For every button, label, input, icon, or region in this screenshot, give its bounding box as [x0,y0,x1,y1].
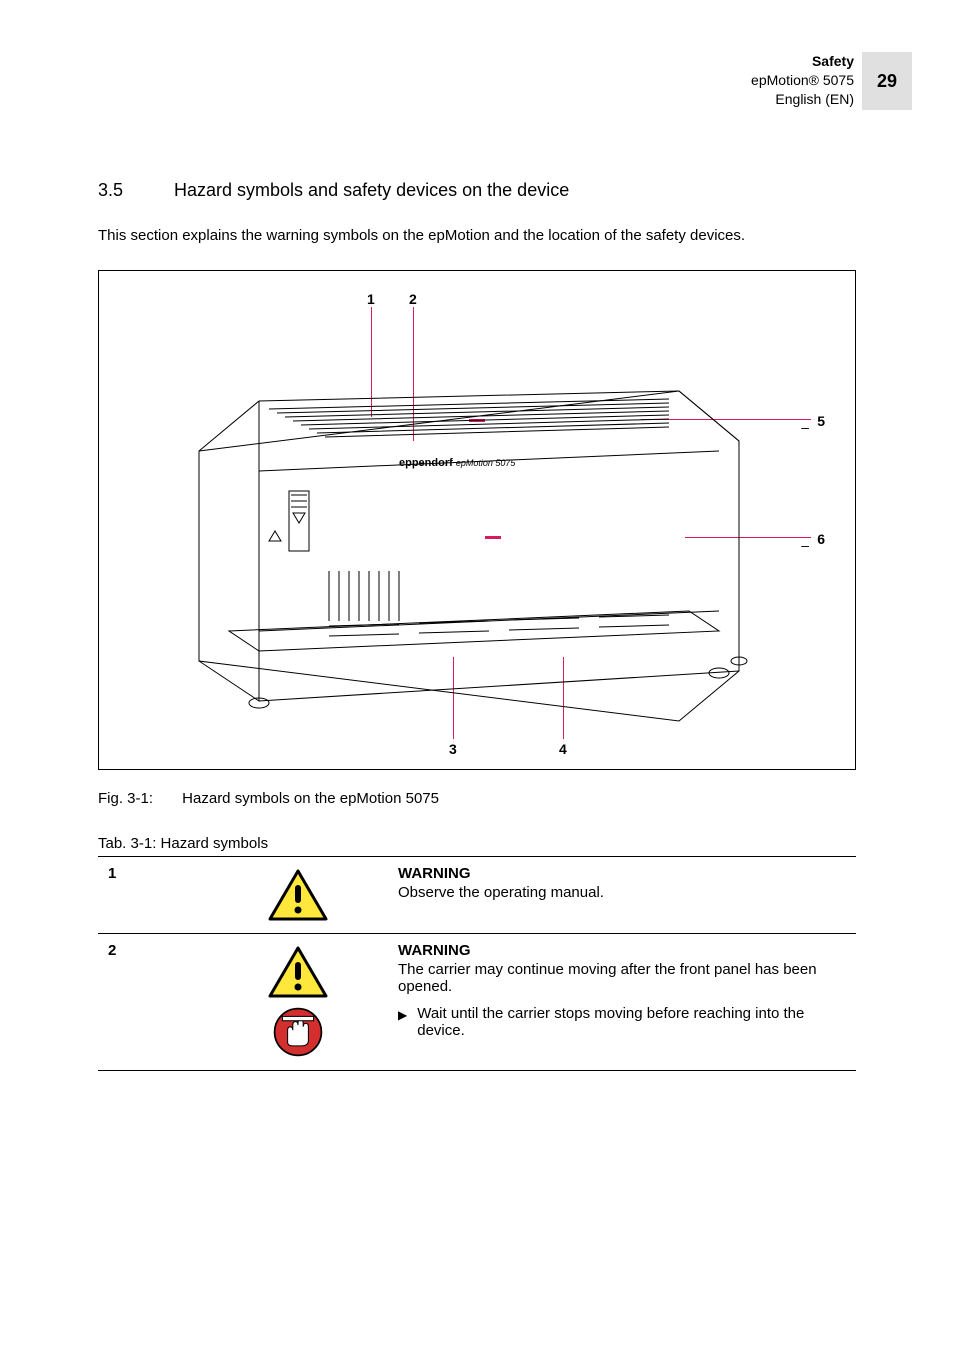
section-heading: 3.5 Hazard symbols and safety devices on… [98,180,856,201]
figure-caption-text: Hazard symbols on the epMotion 5075 [182,790,439,807]
warning-triangle-icon [268,946,328,998]
section-title: Hazard symbols and safety devices on the… [174,180,569,201]
row-icon-cell [208,934,388,1071]
warning-bullet: ▶ Wait until the carrier stops moving be… [398,1005,846,1039]
table-caption: Tab. 3-1: Hazard symbols [98,835,856,852]
callout-2: 2 [409,291,417,307]
row-text-cell: WARNING Observe the operating manual. [388,857,856,934]
header-line-product: epMotion® 5075 [751,71,854,90]
hand-crush-icon [272,1006,324,1058]
warning-body: Observe the operating manual. [398,884,846,901]
callout-1: 1 [367,291,375,307]
row-number: 1 [98,857,208,934]
warning-triangle-icon [268,869,328,921]
header-line-lang: English (EN) [751,90,854,109]
main-content: 3.5 Hazard symbols and safety devices on… [98,180,856,1071]
figure-device: 1 2 3 4 5 6 – – [98,270,856,770]
warning-bullet-text: Wait until the carrier stops moving befo… [417,1005,846,1039]
page-number: 29 [877,71,897,92]
figure-caption-label: Fig. 3-1: [98,790,178,807]
callout-5: 5 [817,413,825,429]
row-number: 2 [98,934,208,1071]
figure-caption: Fig. 3-1: Hazard symbols on the epMotion… [98,790,856,807]
device-illustration [159,331,779,741]
callout-4: 4 [559,741,567,757]
header-line-safety: Safety [751,52,854,71]
table-row: 2 [98,934,856,1071]
callout-3: 3 [449,741,457,757]
callout-6: 6 [817,531,825,547]
callout-5-dash: – [801,419,809,435]
warning-title: WARNING [398,942,846,959]
section-intro: This section explains the warning symbol… [98,227,856,244]
device-brand-label: eppendorf epMotion 5075 [399,457,515,469]
hazard-table: 1 WARNING Observe the operating manual. [98,856,856,1071]
callout-6-dash: – [801,537,809,553]
warning-body: The carrier may continue moving after th… [398,961,846,995]
triangle-bullet-icon: ▶ [398,1005,407,1025]
section-number: 3.5 [98,180,138,201]
row-text-cell: WARNING The carrier may continue moving … [388,934,856,1071]
page-number-box: 29 [862,52,912,110]
warning-title: WARNING [398,865,846,882]
table-row: 1 WARNING Observe the operating manual. [98,857,856,934]
running-header: Safety epMotion® 5075 English (EN) [751,52,854,109]
page: 29 Safety epMotion® 5075 English (EN) 3.… [0,0,954,1350]
row-icon-cell [208,857,388,934]
